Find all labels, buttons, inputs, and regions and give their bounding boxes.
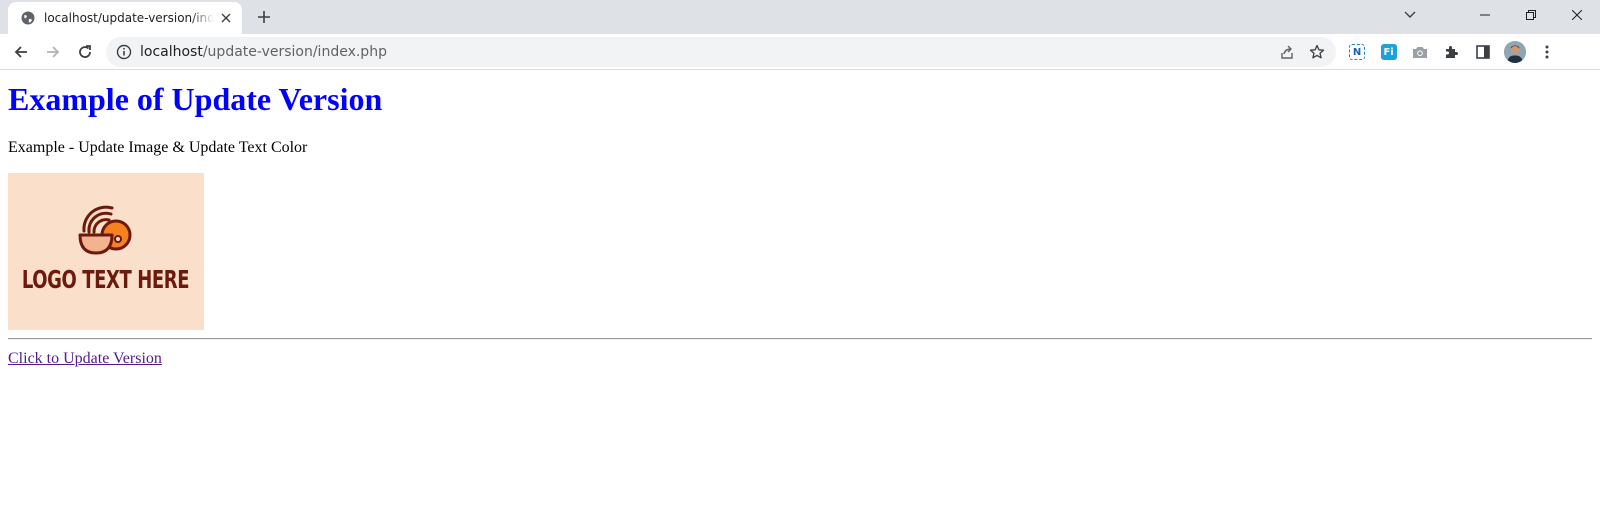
restore-button[interactable] <box>1508 0 1554 30</box>
logo-text: LOGO TEXT HERE <box>22 265 190 294</box>
n-extension-icon: N <box>1349 44 1365 60</box>
fi-extension-icon: Fi <box>1380 44 1397 60</box>
browser-tab[interactable]: localhost/update-version/index.php <box>8 2 242 34</box>
reload-icon <box>79 45 91 58</box>
address-bar[interactable]: localhost/update-version/index.php <box>106 37 1336 67</box>
url-path: /update-version/index.php <box>202 44 387 60</box>
avatar <box>1503 41 1526 63</box>
arrow-right-icon <box>47 46 60 58</box>
minimize-icon <box>1480 14 1490 16</box>
n-extension-button[interactable]: N <box>1344 38 1370 66</box>
logo-mark-icon <box>78 205 132 255</box>
puzzle-icon <box>1445 46 1458 58</box>
page-heading: Example of Update Version <box>8 81 383 117</box>
side-panel-icon <box>1476 45 1491 59</box>
extensions-button[interactable] <box>1439 38 1465 66</box>
arrow-left-icon <box>14 46 27 58</box>
page-subtitle: Example - Update Image & Update Text Col… <box>8 139 308 156</box>
camera-icon <box>1413 47 1428 58</box>
chevron-down-icon <box>1404 11 1416 18</box>
info-icon[interactable] <box>116 44 132 60</box>
close-window-button[interactable] <box>1554 0 1600 30</box>
logo-image: LOGO TEXT HERE <box>8 173 204 330</box>
fi-extension-button[interactable]: Fi <box>1376 38 1402 66</box>
minimize-button[interactable] <box>1462 0 1508 30</box>
profile-button[interactable] <box>1502 38 1528 66</box>
plus-icon <box>258 11 270 23</box>
kebab-menu-icon <box>1545 45 1549 59</box>
tab-search-button[interactable] <box>1396 4 1424 26</box>
reload-button[interactable] <box>71 38 99 66</box>
side-panel-button[interactable] <box>1470 38 1496 66</box>
browser-toolbar: localhost/update-version/index.php N Fi <box>0 34 1600 70</box>
page-content: Example of Update Version Example - Upda… <box>0 70 1600 376</box>
camera-extension-button[interactable] <box>1407 38 1433 66</box>
restore-icon <box>1526 10 1536 20</box>
url-text: localhost/update-version/index.php <box>140 44 387 60</box>
close-icon[interactable] <box>218 10 234 26</box>
star-icon[interactable] <box>1304 40 1330 64</box>
tab-strip: localhost/update-version/index.php <box>0 0 1600 34</box>
window-controls <box>1462 0 1600 30</box>
update-version-link[interactable]: Click to Update Version <box>8 350 162 368</box>
share-icon[interactable] <box>1274 40 1300 64</box>
menu-button[interactable] <box>1534 38 1560 66</box>
url-host: localhost <box>140 44 203 60</box>
divider <box>8 338 1592 340</box>
forward-button[interactable] <box>39 38 67 66</box>
back-button[interactable] <box>7 38 35 66</box>
new-tab-button[interactable] <box>252 5 276 29</box>
close-icon <box>1572 10 1582 20</box>
extensions-area: N Fi <box>1344 38 1565 66</box>
globe-icon <box>20 10 36 26</box>
tab-title: localhost/update-version/index.php <box>44 11 214 25</box>
